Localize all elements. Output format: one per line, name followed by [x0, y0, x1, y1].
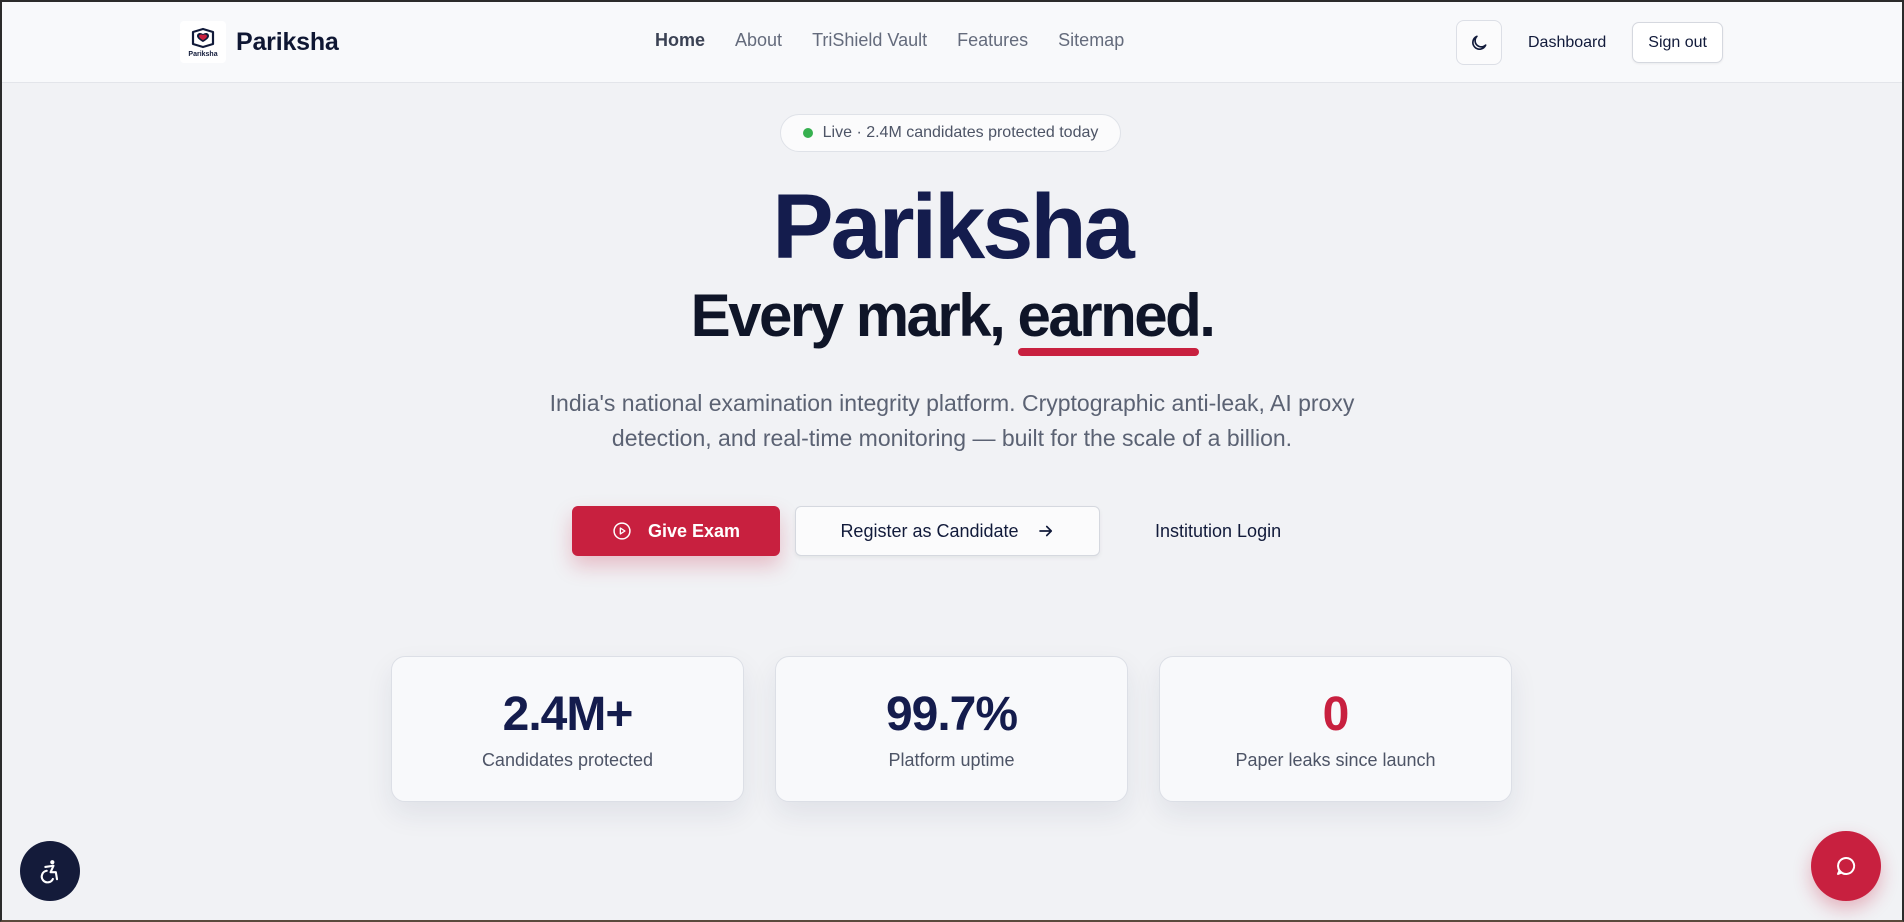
- moon-icon: [1472, 35, 1487, 50]
- stats-row: 2.4M+ Candidates protected 99.7% Platfor…: [391, 656, 1512, 802]
- dashboard-link[interactable]: Dashboard: [1528, 34, 1606, 52]
- tagline-emphasis: earned: [1017, 280, 1202, 356]
- nav-actions: Dashboard Sign out: [1456, 20, 1723, 65]
- stat-card: 99.7% Platform uptime: [775, 656, 1128, 802]
- brand[interactable]: Pariksha Pariksha: [180, 21, 339, 63]
- stat-label: Platform uptime: [888, 749, 1015, 770]
- stat-label: Paper leaks since launch: [1235, 749, 1436, 770]
- stat-value: 2.4M+: [502, 687, 634, 741]
- register-candidate-label: Register as Candidate: [840, 520, 1019, 541]
- live-dot-icon: [802, 128, 813, 138]
- chat-button[interactable]: [1811, 831, 1881, 901]
- hero-title: Pariksha: [772, 176, 1135, 278]
- chat-bubble-icon: [1837, 856, 1856, 875]
- arrow-right-icon: [1037, 522, 1055, 540]
- nav-link-trishield-vault[interactable]: TriShield Vault: [812, 30, 927, 51]
- institution-login-button[interactable]: Institution Login: [1135, 506, 1301, 556]
- give-exam-button[interactable]: Give Exam: [572, 506, 780, 556]
- live-status-text: Live · 2.4M candidates protected today: [822, 124, 1099, 141]
- brand-name: Pariksha: [236, 27, 339, 56]
- cta-group: Give Exam Register as Candidate Institut…: [572, 506, 1301, 556]
- play-circle-icon: [612, 521, 632, 541]
- stat-card: 2.4M+ Candidates protected: [391, 656, 744, 802]
- nav-link-sitemap[interactable]: Sitemap: [1058, 30, 1124, 51]
- tagline-prefix: Every mark,: [690, 282, 1018, 349]
- stat-label: Candidates protected: [481, 749, 654, 770]
- top-navbar: Pariksha Pariksha Home About TriShield V…: [0, 0, 1904, 83]
- give-exam-label: Give Exam: [647, 520, 741, 541]
- accessibility-icon: [40, 860, 59, 884]
- hero-description: India's national examination integrity p…: [549, 390, 1355, 451]
- register-candidate-button[interactable]: Register as Candidate: [795, 506, 1100, 556]
- live-status-badge: Live · 2.4M candidates protected today: [780, 114, 1121, 152]
- theme-toggle-button[interactable]: [1456, 20, 1502, 65]
- logo-text: Pariksha: [188, 51, 218, 58]
- brand-logo: Pariksha: [180, 21, 226, 63]
- sign-out-button[interactable]: Sign out: [1632, 22, 1723, 63]
- nav-link-about[interactable]: About: [735, 30, 782, 51]
- hero-tagline: Every mark, earned.: [0, 280, 1904, 356]
- shield-book-icon: [191, 27, 215, 49]
- accessibility-button[interactable]: [20, 841, 80, 901]
- nav-link-features[interactable]: Features: [957, 30, 1028, 51]
- tagline-suffix: .: [1199, 282, 1216, 349]
- stat-value: 99.7%: [885, 687, 1018, 741]
- stat-value: 0: [1322, 687, 1350, 741]
- stat-card: 0 Paper leaks since launch: [1159, 656, 1512, 802]
- nav-links: Home About TriShield Vault Features Site…: [655, 30, 1154, 51]
- nav-link-home[interactable]: Home: [655, 30, 705, 51]
